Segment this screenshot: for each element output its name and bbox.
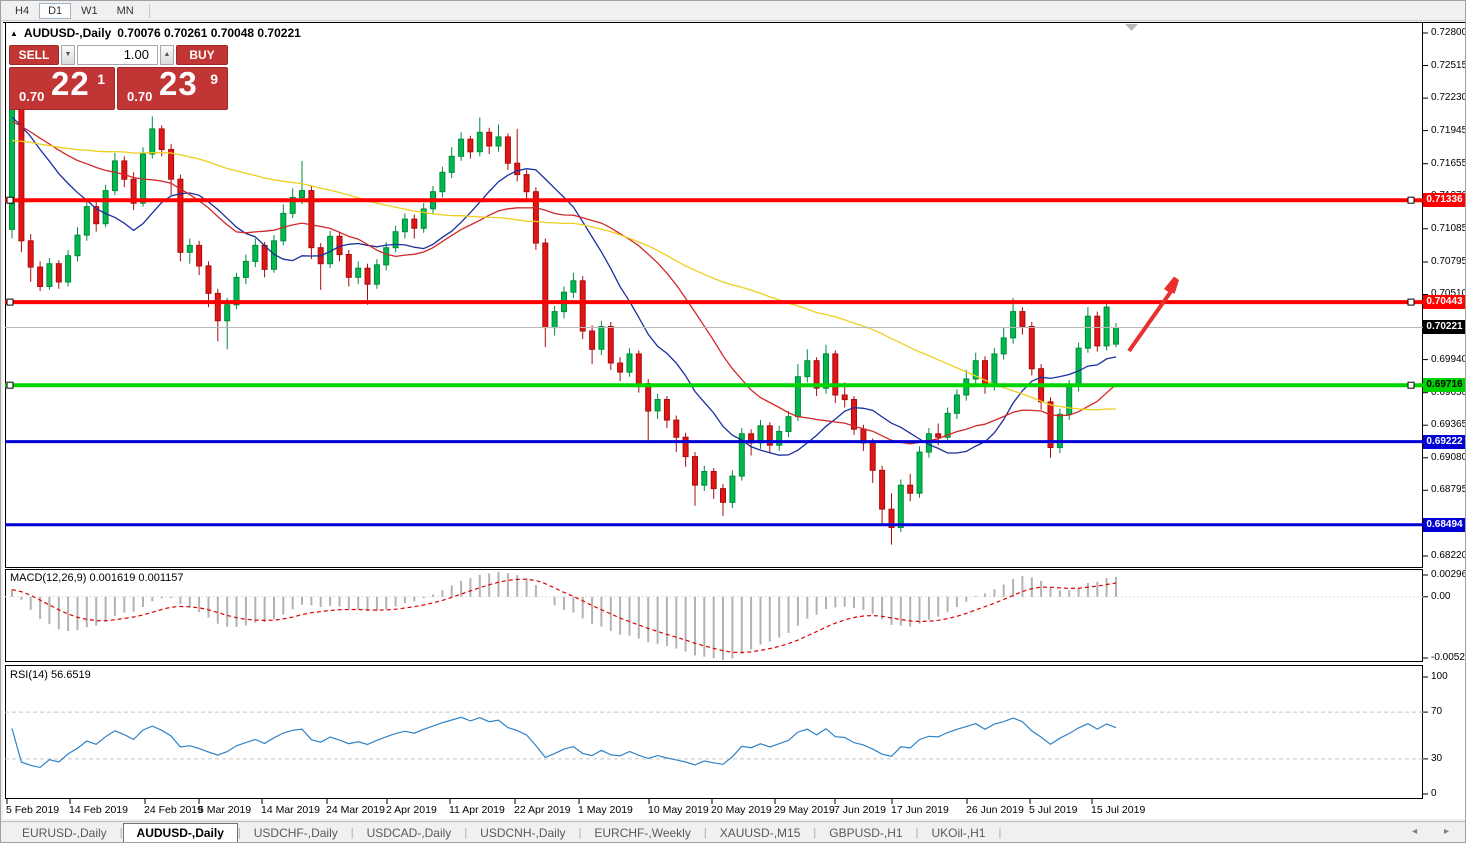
volume-input[interactable]: 1.00	[77, 45, 158, 65]
symbol-tab-bar: EURUSD-,Daily|AUDUSD-,Daily|USDCHF-,Dail…	[1, 821, 1466, 843]
volume-decrease-button[interactable]: ▼	[61, 45, 75, 65]
tab-separator: |	[998, 827, 1001, 839]
price-axis-label: 0.72515	[1431, 60, 1466, 71]
tab-scroll-arrows[interactable]: ◂ ▸	[1412, 826, 1461, 837]
line-selection-handle[interactable]	[1408, 299, 1414, 305]
date-axis-label: 10 May 2019	[648, 804, 709, 816]
line-selection-handle[interactable]	[7, 299, 13, 305]
price-axis-label: 0.68220	[1431, 550, 1466, 561]
date-axis-label: 14 Feb 2019	[69, 804, 128, 816]
level-price-tag[interactable]: 0.71336	[1423, 193, 1466, 207]
line-selection-handle[interactable]	[7, 382, 13, 388]
macd-signal-line	[12, 579, 1116, 652]
date-axis-label: 5 Feb 2019	[6, 804, 59, 816]
price-axis-label: 0.69080	[1431, 452, 1466, 463]
collapse-panel-icon[interactable]: ▲	[10, 29, 18, 38]
date-axis-label: 29 May 2019	[774, 804, 835, 816]
pane-border	[6, 666, 1423, 799]
date-axis-label: 17 Jun 2019	[891, 804, 949, 816]
symbol-tab-usdchf[interactable]: USDCHF-,Daily	[241, 824, 351, 842]
date-axis-label: 15 Jul 2019	[1091, 804, 1145, 816]
sell-price-box[interactable]: 0.70 22 1	[9, 67, 115, 110]
buy-price-pip: 9	[210, 71, 218, 87]
date-axis-label: 7 Jun 2019	[834, 804, 886, 816]
price-axis-label: 0.69365	[1431, 419, 1466, 430]
rsi-axis-label: 0	[1431, 788, 1437, 799]
rsi-axis-label: 100	[1431, 671, 1448, 682]
macd-axis-label: -0.005255	[1431, 652, 1466, 663]
date-axis-label: 11 Apr 2019	[449, 804, 505, 816]
ohlc-values: 0.70076 0.70261 0.70048 0.70221	[117, 26, 301, 40]
date-axis-label: 5 Mar 2019	[198, 804, 251, 816]
one-click-trade-panel: SELL ▼ 1.00 ▲ BUY 0.70 22 1 0.70 23 9	[9, 45, 228, 110]
bid-price-tag: 0.70221	[1423, 320, 1466, 334]
symbol-tab-audusd[interactable]: AUDUSD-,Daily	[123, 823, 238, 843]
candles	[10, 99, 1119, 544]
sell-price-pip: 1	[97, 71, 105, 87]
symbol-tab-ukoil[interactable]: UKOil-,H1	[918, 824, 998, 842]
moving-average-line	[12, 117, 1116, 455]
macd-axis-label: 0.002962	[1431, 569, 1466, 580]
moving-average-line	[12, 121, 1116, 444]
price-axis-label: 0.68795	[1431, 484, 1466, 495]
price-axis-label: 0.72800	[1431, 27, 1466, 38]
rsi-indicator-label: RSI(14) 56.6519	[10, 669, 91, 681]
level-price-tag[interactable]: 0.70443	[1423, 295, 1466, 309]
rsi-line	[12, 717, 1116, 767]
symbol-period-label: AUDUSD-,Daily	[24, 26, 111, 40]
chart-title: ▲ AUDUSD-,Daily 0.70076 0.70261 0.70048 …	[10, 26, 301, 40]
line-selection-handle[interactable]	[7, 197, 13, 203]
rsi-axis-label: 30	[1431, 753, 1442, 764]
date-axis-label: 5 Jul 2019	[1029, 804, 1077, 816]
symbol-tab-eurchf[interactable]: EURCHF-,Weekly	[581, 824, 703, 842]
price-axis-label: 0.69940	[1431, 354, 1466, 365]
buy-button[interactable]: BUY	[176, 45, 228, 65]
sell-price-prefix: 0.70	[19, 89, 44, 104]
date-axis-label: 1 May 2019	[578, 804, 633, 816]
price-axis-label: 0.70795	[1431, 256, 1466, 267]
trend-arrow[interactable]	[1129, 277, 1179, 352]
level-price-tag[interactable]: 0.68494	[1423, 518, 1466, 532]
chart-canvas[interactable]	[1, 1, 1466, 843]
buy-price-box[interactable]: 0.70 23 9	[117, 67, 228, 110]
date-axis-label: 24 Feb 2019	[144, 804, 203, 816]
price-axis-label: 0.71945	[1431, 125, 1466, 136]
price-axis-label: 0.71085	[1431, 223, 1466, 234]
date-axis-label: 24 Mar 2019	[326, 804, 385, 816]
buy-price-big: 23	[159, 65, 198, 103]
chart-shift-marker-icon[interactable]	[1125, 24, 1138, 31]
mt4-window: H4 D1 W1 MN ▲ AUDUSD-,Daily 0.70076 0.70…	[0, 0, 1466, 843]
price-axis-label: 0.72230	[1431, 92, 1466, 103]
date-axis-label: 2 Apr 2019	[386, 804, 437, 816]
sell-price-big: 22	[51, 65, 90, 103]
level-price-tag[interactable]: 0.69222	[1423, 435, 1466, 449]
symbol-tab-xauusd[interactable]: XAUUSD-,M15	[707, 824, 814, 842]
symbol-tab-usdcad[interactable]: USDCAD-,Daily	[354, 824, 465, 842]
volume-increase-button[interactable]: ▲	[160, 45, 174, 65]
symbol-tab-gbpusd[interactable]: GBPUSD-,H1	[816, 824, 915, 842]
buy-price-prefix: 0.70	[127, 89, 152, 104]
line-selection-handle[interactable]	[1408, 197, 1414, 203]
price-axis-label: 0.71655	[1431, 158, 1466, 169]
date-axis-label: 26 Jun 2019	[966, 804, 1024, 816]
macd-indicator-label: MACD(12,26,9) 0.001619 0.001157	[10, 572, 183, 584]
date-axis-label: 14 Mar 2019	[261, 804, 320, 816]
symbol-tab-eurusd[interactable]: EURUSD-,Daily	[9, 824, 120, 842]
line-selection-handle[interactable]	[1408, 382, 1414, 388]
level-price-tag[interactable]: 0.69716	[1423, 378, 1466, 392]
macd-axis-label: 0.00	[1431, 591, 1450, 602]
symbol-tab-usdcnh[interactable]: USDCNH-,Daily	[467, 824, 578, 842]
macd-histogram	[12, 572, 1116, 660]
sell-button[interactable]: SELL	[9, 45, 59, 65]
rsi-axis-label: 70	[1431, 706, 1442, 717]
date-axis-label: 22 Apr 2019	[514, 804, 571, 816]
date-axis-label: 20 May 2019	[711, 804, 772, 816]
